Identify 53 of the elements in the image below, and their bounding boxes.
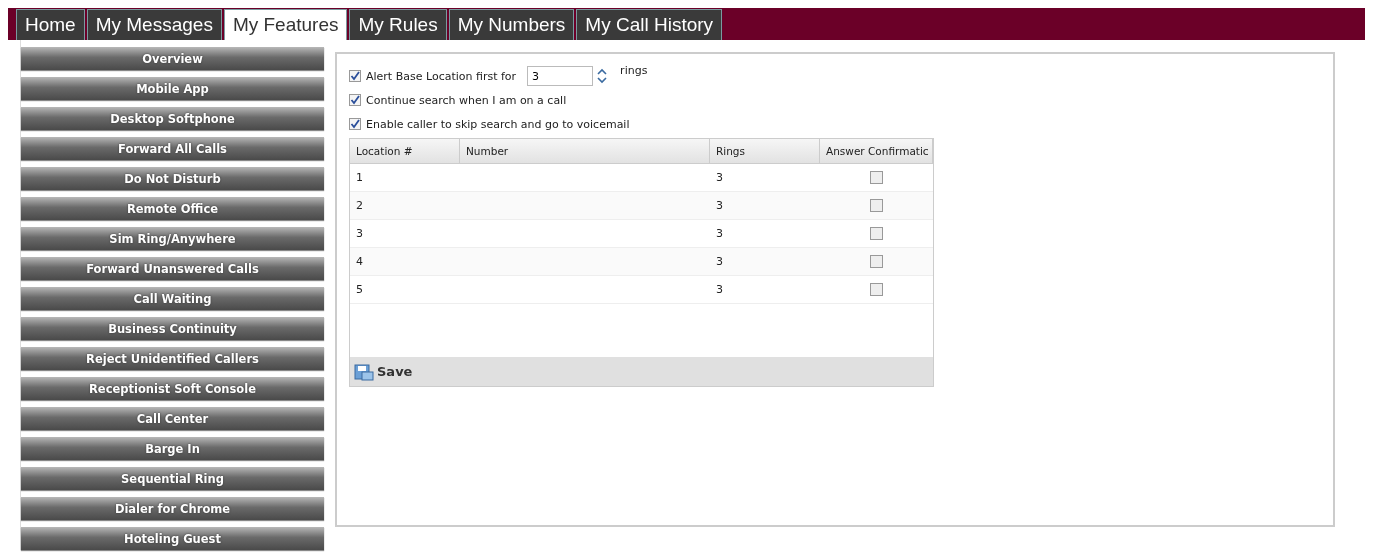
column-header[interactable]: Location # — [350, 139, 460, 163]
nav-tab[interactable]: My Numbers — [448, 9, 575, 40]
save-button[interactable]: Save — [354, 362, 413, 381]
option-label: Enable caller to skip search and go to voicemail — [366, 117, 630, 131]
table-cell-text: 2 — [355, 199, 364, 212]
table-cell-text: 3 — [715, 255, 724, 268]
sidebar-button[interactable]: Hoteling Guest — [21, 527, 324, 550]
sidebar-button[interactable]: Call Center — [21, 407, 324, 430]
sidebar-button[interactable]: Receptionist Soft Console — [21, 377, 324, 400]
option-label: Alert Base Location first for — [366, 69, 517, 83]
sidebar-button[interactable]: Dialer for Chrome — [21, 497, 324, 520]
table-cell-text: 3 — [715, 227, 724, 240]
floppy-disk-icon — [354, 362, 374, 381]
sidebar-button[interactable]: Business Continuity — [21, 317, 324, 340]
sidebar-button[interactable]: Sequential Ring — [21, 467, 324, 490]
checkbox[interactable] — [870, 199, 883, 212]
checkbox[interactable] — [870, 283, 883, 296]
sidebar-button[interactable]: Barge In — [21, 437, 324, 460]
sidebar-button[interactable]: Forward All Calls — [21, 137, 324, 160]
table-cell-text: 1 — [355, 171, 364, 184]
checkbox[interactable] — [870, 255, 883, 268]
sidebar-button[interactable]: Overview — [21, 47, 324, 70]
table-cell-text: 3 — [355, 227, 364, 240]
checkbox[interactable] — [870, 227, 883, 240]
checkbox[interactable] — [870, 171, 883, 184]
sidebar-button[interactable]: Desktop Softphone — [21, 107, 324, 130]
sidebar-button[interactable]: Remote Office — [21, 197, 324, 220]
column-header[interactable]: Answer Confirmatic — [820, 139, 933, 163]
nav-tab[interactable]: My Messages — [86, 9, 222, 40]
column-header[interactable]: Number — [460, 139, 710, 163]
sidebar-button[interactable]: Sim Ring/Anywhere — [21, 227, 324, 250]
nav-tab[interactable]: My Rules — [349, 9, 447, 40]
table-cell-text: 3 — [715, 283, 724, 296]
table-cell-text: 3 — [715, 171, 724, 184]
nav-tab[interactable]: My Features — [223, 9, 348, 40]
nav-tab[interactable]: Home — [16, 9, 85, 40]
sidebar-button[interactable]: Forward Unanswered Calls — [21, 257, 324, 280]
table-cell-text: 5 — [355, 283, 364, 296]
checkbox[interactable] — [349, 70, 361, 82]
sidebar-button[interactable]: Reject Unidentified Callers — [21, 347, 324, 370]
sidebar-button[interactable]: Mobile App — [21, 77, 324, 100]
checkbox[interactable] — [349, 118, 361, 130]
column-header[interactable]: Rings — [710, 139, 820, 163]
nav-tab[interactable]: My Call History — [576, 9, 723, 40]
rings-field[interactable]: 3 — [527, 66, 594, 86]
checkbox[interactable] — [349, 94, 361, 106]
table-cell-text: 4 — [355, 255, 364, 268]
sidebar-button[interactable]: Do Not Disturb — [21, 167, 324, 190]
option-label: Continue search when I am on a call — [366, 93, 567, 107]
table-cell-text: 3 — [715, 199, 724, 212]
option-label: rings — [620, 64, 648, 77]
spinner-arrows-icon[interactable] — [595, 67, 610, 85]
sidebar-button[interactable]: Call Waiting — [21, 287, 324, 310]
